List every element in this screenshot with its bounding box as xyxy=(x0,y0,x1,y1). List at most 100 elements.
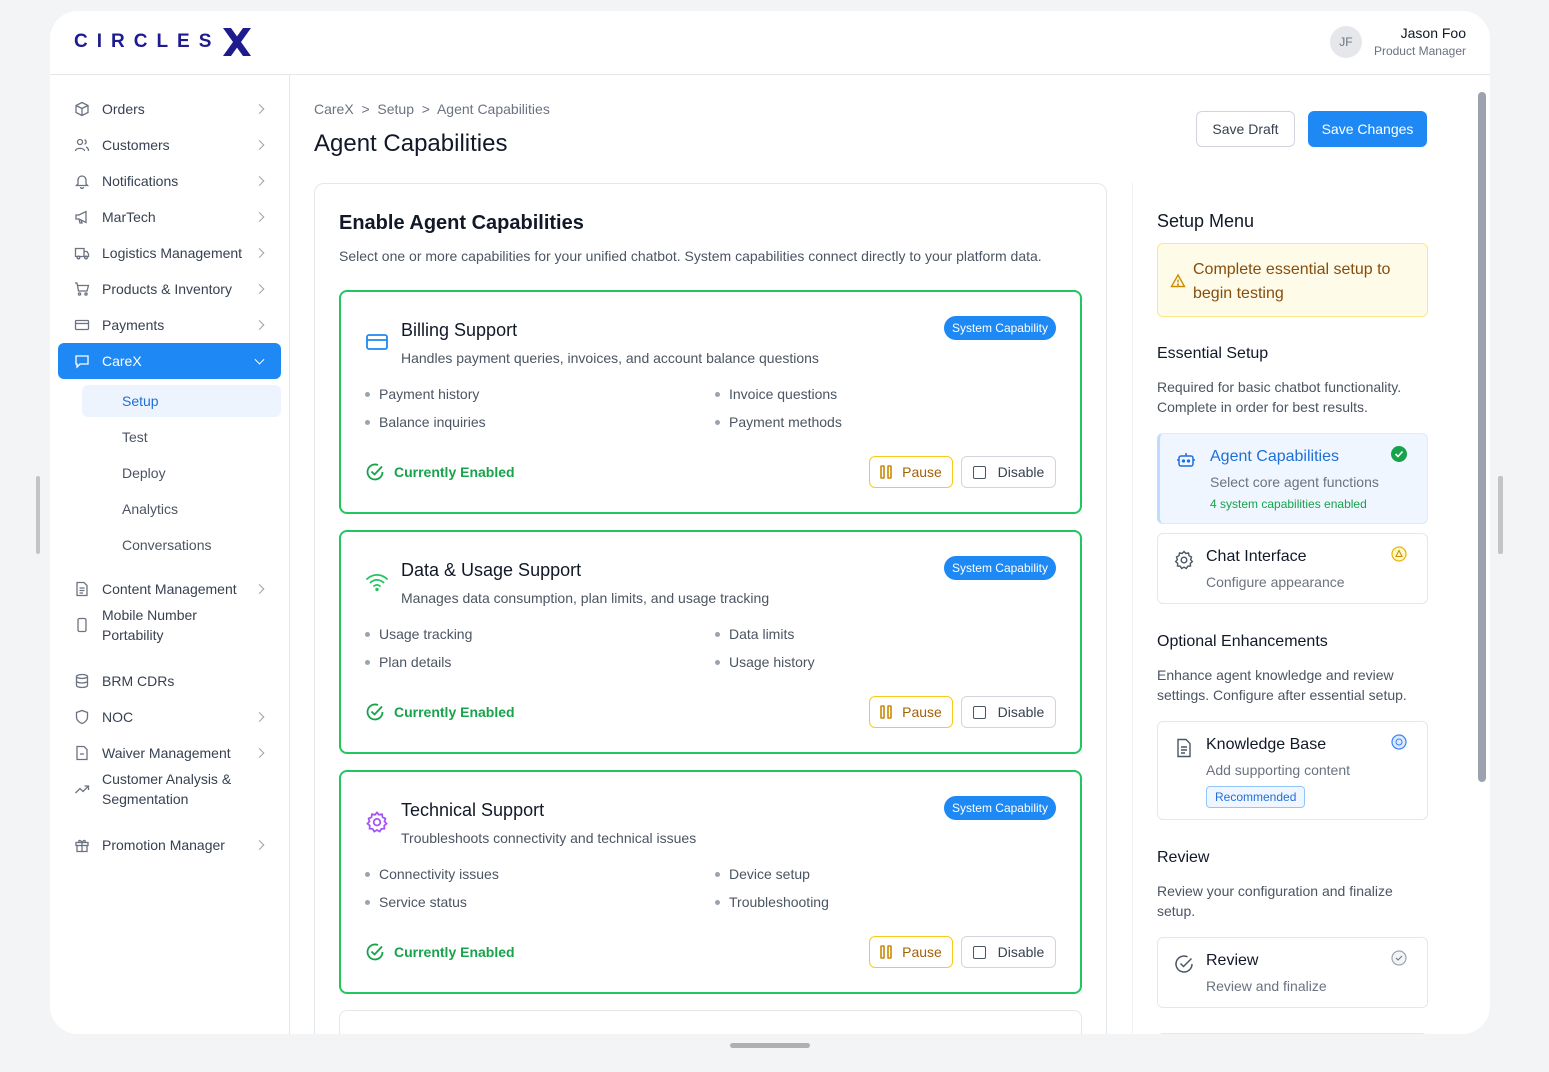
pause-button[interactable]: Pause xyxy=(869,936,953,968)
feature-item: Invoice questions xyxy=(715,386,837,402)
setup-step-chat-interface[interactable]: Chat Interface Configure appearance xyxy=(1157,533,1428,604)
disable-button[interactable]: Disable xyxy=(961,456,1056,488)
enabled-status: Currently Enabled xyxy=(365,702,515,722)
sidebar-item-martech[interactable]: MarTech xyxy=(58,199,281,235)
step-note: 4 system capabilities enabled xyxy=(1210,497,1367,511)
sidebar-item-logistics-management[interactable]: Logistics Management xyxy=(58,235,281,271)
disable-button[interactable]: Disable xyxy=(961,696,1056,728)
window-resize-handle-right[interactable] xyxy=(1498,476,1503,554)
feature-item: Usage history xyxy=(715,654,815,670)
sidebar-subitem-conversations[interactable]: Conversations xyxy=(82,529,281,561)
database-icon xyxy=(74,673,90,689)
setup-step-knowledge-base[interactable]: Knowledge Base Add supporting content Re… xyxy=(1157,721,1428,820)
sidebar-item-label: Logistics Management xyxy=(102,245,243,261)
step-subtitle: Add supporting content xyxy=(1206,762,1350,778)
avatar[interactable]: JF xyxy=(1329,25,1362,58)
disable-button[interactable]: Disable xyxy=(961,936,1056,968)
user-menu[interactable]: JF Jason Foo Product Manager xyxy=(1329,25,1466,58)
truck-icon xyxy=(74,245,90,261)
sidebar-subitem-setup[interactable]: Setup xyxy=(82,385,281,417)
sidebar-item-label: CareX xyxy=(102,353,142,369)
capability-card-data-usage-support[interactable]: Data & Usage Support Manages data consum… xyxy=(339,530,1082,754)
sidebar-item-brm-cdrs[interactable]: BRM CDRs xyxy=(58,663,281,699)
pause-button[interactable]: Pause xyxy=(869,696,953,728)
feature-item: Payment history xyxy=(365,386,479,402)
chevron-right-icon xyxy=(254,748,265,758)
breadcrumb[interactable]: CareX > Setup > Agent Capabilities xyxy=(314,101,550,117)
capability-card-technical-support[interactable]: Technical Support Troubleshoots connecti… xyxy=(339,770,1082,994)
setup-step-agent-capabilities[interactable]: Agent Capabilities Select core agent fun… xyxy=(1157,433,1428,524)
setup-menu-title: Setup Menu xyxy=(1157,211,1255,231)
sidebar-item-content-management[interactable]: Content Management xyxy=(58,571,281,607)
sidebar-item-mobile-number-portability[interactable]: Mobile Number Portability xyxy=(58,603,281,647)
pause-label: Pause xyxy=(902,464,942,480)
credit-card-icon xyxy=(366,334,388,350)
sidebar-item-payments[interactable]: Payments xyxy=(58,307,281,343)
sidebar: Orders Customers Notifications MarTech L… xyxy=(50,75,290,1034)
check-circle-icon xyxy=(366,943,384,961)
warning-flag-icon xyxy=(1391,546,1407,562)
document-icon xyxy=(1177,738,1191,758)
sidebar-item-label: Notifications xyxy=(102,173,179,189)
circles-x-logo[interactable]: CIRCLES xyxy=(74,25,254,59)
review-description: Review your configuration and finalize s… xyxy=(1157,883,1393,919)
chevron-right-icon xyxy=(254,248,265,258)
capabilities-panel: Enable Agent Capabilities Select one or … xyxy=(314,183,1107,1034)
window-resize-handle-bottom[interactable] xyxy=(730,1043,810,1048)
sidebar-item-promotion-manager[interactable]: Promotion Manager xyxy=(58,827,281,863)
sidebar-item-label: MarTech xyxy=(102,209,156,225)
system-capability-badge: System Capability xyxy=(943,316,1056,340)
sidebar-item-label: Customers xyxy=(102,137,170,153)
sidebar-item-waiver-management[interactable]: Waiver Management xyxy=(58,735,281,771)
save-changes-button[interactable]: Save Changes xyxy=(1308,111,1427,147)
cart-icon xyxy=(74,281,90,297)
pause-button[interactable]: Pause xyxy=(869,456,953,488)
sidebar-item-notifications[interactable]: Notifications xyxy=(58,163,281,199)
sidebar-item-products-inventory[interactable]: Products & Inventory xyxy=(58,271,281,307)
vertical-scrollbar[interactable] xyxy=(1478,92,1486,782)
sidebar-item-customers[interactable]: Customers xyxy=(58,127,281,163)
capability-title: Technical Support xyxy=(401,800,545,820)
page-title: Agent Capabilities xyxy=(314,130,508,157)
chevron-right-icon xyxy=(254,712,265,722)
sidebar-item-customer-analysis-segmentation[interactable]: Customer Analysis & Segmentation xyxy=(58,767,281,811)
recommended-badge: Recommended xyxy=(1206,786,1306,808)
box-icon xyxy=(74,101,90,117)
chevron-down-icon xyxy=(254,354,265,365)
sidebar-item-label: Customer Analysis & Segmentation xyxy=(102,771,232,807)
capability-card-partial[interactable] xyxy=(339,1010,1082,1034)
capability-card-billing-support[interactable]: Billing Support Handles payment queries,… xyxy=(339,290,1082,514)
sidebar-item-label: Promotion Manager xyxy=(102,837,225,853)
pause-label: Pause xyxy=(902,704,942,720)
sidebar-subitem-deploy[interactable]: Deploy xyxy=(82,457,281,489)
chevron-right-icon xyxy=(254,320,265,330)
file-icon xyxy=(74,745,90,761)
window-resize-handle-left[interactable] xyxy=(36,476,40,554)
chevron-right-icon xyxy=(254,284,265,294)
user-info: Jason Foo Product Manager xyxy=(1374,25,1466,58)
feature-item: Service status xyxy=(365,894,467,910)
enabled-status: Currently Enabled xyxy=(365,942,515,962)
sidebar-item-label: Content Management xyxy=(102,581,237,597)
settings-gear-icon xyxy=(366,811,388,833)
step-title: Agent Capabilities xyxy=(1210,448,1339,465)
system-capability-badge: System Capability xyxy=(943,796,1056,820)
sidebar-subitem-test[interactable]: Test xyxy=(82,421,281,453)
setup-warning-banner: Complete essential setup to begin testin… xyxy=(1157,243,1428,317)
chat-icon xyxy=(74,353,90,369)
sidebar-item-label: BRM CDRs xyxy=(102,673,175,689)
step-title: Chat Interface xyxy=(1206,548,1307,565)
sidebar-item-noc[interactable]: NOC xyxy=(58,699,281,735)
disable-label: Disable xyxy=(997,704,1045,720)
feature-item: Data limits xyxy=(715,626,794,642)
setup-step-partial[interactable] xyxy=(1157,1033,1428,1034)
save-draft-button[interactable]: Save Draft xyxy=(1196,111,1295,147)
sidebar-item-orders[interactable]: Orders xyxy=(58,91,281,127)
sidebar-item-carex[interactable]: CareX xyxy=(58,343,281,379)
setup-step-review[interactable]: Review Review and finalize xyxy=(1157,937,1428,1008)
megaphone-icon xyxy=(74,209,90,225)
sidebar-subitem-analytics[interactable]: Analytics xyxy=(82,493,281,525)
sidebar-item-label: Waiver Management xyxy=(102,745,231,761)
gear-icon xyxy=(1174,550,1194,570)
check-circle-icon xyxy=(1175,955,1193,973)
